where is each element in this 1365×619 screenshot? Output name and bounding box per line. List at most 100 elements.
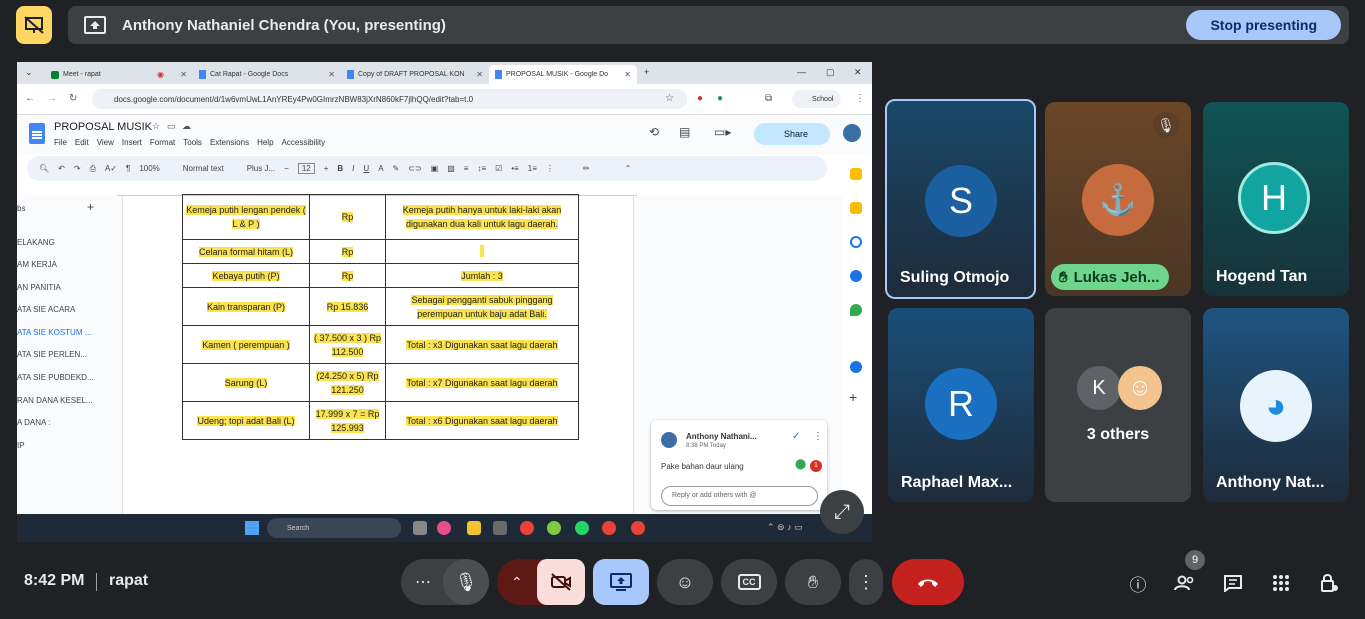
editing-mode-icon[interactable]: ✏ bbox=[583, 164, 590, 173]
comment-history-icon[interactable]: ▤ bbox=[679, 125, 690, 139]
participant-tile[interactable]: R Raphael Max... bbox=[888, 308, 1034, 502]
contacts-icon[interactable] bbox=[850, 270, 862, 282]
menu-edit[interactable]: Edit bbox=[75, 138, 89, 147]
url-input[interactable]: docs.google.com/document/d/1w6vmUwL1AnYR… bbox=[92, 89, 687, 109]
tab-cat-rapat[interactable]: Cat Rapat - Google Docs ✕ bbox=[193, 65, 341, 84]
menu-insert[interactable]: Insert bbox=[122, 138, 142, 147]
share-button[interactable]: Share bbox=[754, 123, 830, 145]
chrome-profile-icon[interactable] bbox=[602, 521, 616, 535]
font-size-decrease-icon[interactable]: − bbox=[284, 164, 289, 173]
more-options-button[interactable]: ⋮ bbox=[849, 559, 883, 605]
gemini-icon[interactable] bbox=[850, 361, 862, 373]
meeting-details-icon[interactable]: ⓘ bbox=[1125, 570, 1151, 596]
whatsapp-icon[interactable] bbox=[575, 521, 589, 535]
highlight-icon[interactable]: ✎ bbox=[393, 164, 400, 173]
outline-item[interactable]: A DANA : bbox=[17, 418, 50, 427]
tab-meet[interactable]: Meet - rapat ◉ ✕ bbox=[45, 65, 193, 84]
collapse-toolbar-icon[interactable]: ⌃ bbox=[625, 164, 632, 173]
menu-help[interactable]: Help bbox=[257, 138, 273, 147]
comment-reply-input[interactable]: Reply or add others with @ bbox=[661, 486, 818, 506]
browser-menu-icon[interactable]: ⋮ bbox=[855, 93, 865, 104]
people-icon[interactable] bbox=[1172, 570, 1198, 596]
others-tile[interactable]: K ☺ 3 others bbox=[1045, 308, 1191, 502]
calendar-icon[interactable] bbox=[850, 168, 862, 180]
star-icon[interactable]: ☆ bbox=[152, 121, 160, 132]
participant-tile[interactable]: S Suling Otmojo bbox=[885, 99, 1036, 299]
tasks-icon[interactable] bbox=[850, 236, 862, 248]
add-tab-icon[interactable]: + bbox=[87, 200, 94, 214]
forward-icon[interactable]: → bbox=[47, 93, 57, 104]
task-view-icon[interactable] bbox=[413, 521, 427, 535]
menu-view[interactable]: View bbox=[97, 138, 114, 147]
outline-item[interactable]: ATA SIE PUBDEKD... bbox=[17, 373, 94, 382]
menu-tools[interactable]: Tools bbox=[183, 138, 202, 147]
new-tab-icon[interactable]: + bbox=[644, 67, 649, 77]
spellcheck-icon[interactable]: A✓ bbox=[105, 164, 117, 173]
raise-hand-button[interactable]: ✋︎ bbox=[785, 559, 841, 605]
chrome-profile-icon[interactable] bbox=[631, 521, 645, 535]
more-audio-options-icon[interactable]: ⋯ bbox=[415, 572, 431, 592]
keep-icon[interactable] bbox=[850, 202, 862, 214]
paint-format-icon[interactable]: ¶ bbox=[126, 164, 130, 173]
chrome-icon[interactable] bbox=[520, 521, 534, 535]
minimize-icon[interactable]: — bbox=[797, 67, 806, 77]
resolve-check-icon[interactable]: ✓ bbox=[792, 431, 800, 442]
doc-title[interactable]: PROPOSAL MUSIK bbox=[54, 121, 152, 133]
reload-icon[interactable]: ↻ bbox=[69, 93, 77, 104]
font-size-increase-icon[interactable]: + bbox=[324, 164, 329, 173]
extension-icon[interactable]: ● bbox=[697, 93, 703, 104]
system-tray-icons[interactable]: ⌃ ⊜ ♪ ▭ bbox=[767, 522, 803, 533]
menu-file[interactable]: File bbox=[54, 138, 67, 147]
maps-icon[interactable] bbox=[850, 304, 862, 316]
align-icon[interactable]: ≡ bbox=[464, 164, 469, 173]
camera-button[interactable] bbox=[537, 559, 585, 605]
outline-item[interactable]: AN PANITIA bbox=[17, 283, 61, 292]
outline-item[interactable]: ATA SIE PERLEN... bbox=[17, 350, 87, 359]
close-window-icon[interactable]: ✕ bbox=[854, 67, 862, 78]
menu-extensions[interactable]: Extensions bbox=[210, 138, 249, 147]
more-icon[interactable]: ⋮ bbox=[546, 164, 554, 173]
font-size-input[interactable]: 12 bbox=[297, 163, 315, 174]
reactions-button[interactable]: ☺ bbox=[657, 559, 713, 605]
text-color-icon[interactable]: A bbox=[378, 164, 383, 173]
add-comment-icon[interactable]: ▣ bbox=[431, 164, 439, 173]
menu-format[interactable]: Format bbox=[150, 138, 175, 147]
bookmark-star-icon[interactable]: ☆ bbox=[665, 93, 674, 104]
tab-proposal-musik[interactable]: PROPOSAL MUSIK - Google Do ✕ bbox=[489, 65, 637, 84]
bulleted-list-icon[interactable]: •≡ bbox=[511, 164, 518, 173]
zoom-select[interactable]: 100% bbox=[139, 164, 159, 173]
close-tab-icon[interactable]: ✕ bbox=[476, 70, 483, 79]
menu-accessibility[interactable]: Accessibility bbox=[282, 138, 326, 147]
outline-item-active[interactable]: ATA SIE KOSTUM ... bbox=[17, 328, 91, 337]
numbered-list-icon[interactable]: 1≡ bbox=[528, 164, 537, 173]
captions-button[interactable]: CC bbox=[721, 559, 777, 605]
tab-draft-proposal[interactable]: Copy of DRAFT PROPOSAL KON ✕ bbox=[341, 65, 489, 84]
grammarly-icon[interactable]: ● bbox=[717, 93, 723, 104]
close-tab-icon[interactable]: ✕ bbox=[328, 70, 335, 79]
file-explorer-icon[interactable] bbox=[467, 521, 481, 535]
outline-item[interactable]: ELAKANG bbox=[17, 238, 55, 247]
italic-icon[interactable]: I bbox=[352, 164, 354, 173]
account-avatar[interactable] bbox=[843, 124, 861, 142]
move-folder-icon[interactable]: ▭ bbox=[167, 121, 176, 132]
docs-logo-icon[interactable] bbox=[29, 123, 45, 144]
insert-image-icon[interactable]: ▨ bbox=[447, 164, 455, 173]
link-icon[interactable]: ⊂⊃ bbox=[408, 164, 421, 173]
leave-call-button[interactable] bbox=[892, 559, 964, 605]
font-select[interactable]: Plus J... bbox=[247, 164, 275, 173]
redo-icon[interactable]: ↷ bbox=[74, 164, 81, 173]
back-icon[interactable]: ← bbox=[25, 93, 35, 104]
participant-tile[interactable]: 🎙︎ ⚓ ✋︎ Lukas Jeh... bbox=[1045, 102, 1191, 296]
taskbar-search[interactable]: Search bbox=[267, 518, 401, 538]
close-tab-icon[interactable]: ✕ bbox=[624, 70, 631, 79]
camera-options-chevron-icon[interactable]: ⌃ bbox=[511, 574, 523, 591]
maximize-icon[interactable]: ▢ bbox=[826, 67, 835, 78]
undo-icon[interactable]: ↶ bbox=[58, 164, 65, 173]
checklist-icon[interactable]: ☑ bbox=[495, 164, 502, 173]
close-tab-icon[interactable]: ✕ bbox=[180, 70, 187, 79]
underline-icon[interactable]: U bbox=[363, 164, 369, 173]
comment-card[interactable]: Anthony Nathani... 8:38 PM Today ✓ ⋮ Pak… bbox=[651, 420, 827, 510]
windows-start-icon[interactable] bbox=[245, 521, 259, 535]
print-icon[interactable]: ⎙ bbox=[90, 164, 96, 174]
copilot-icon[interactable] bbox=[437, 521, 451, 535]
